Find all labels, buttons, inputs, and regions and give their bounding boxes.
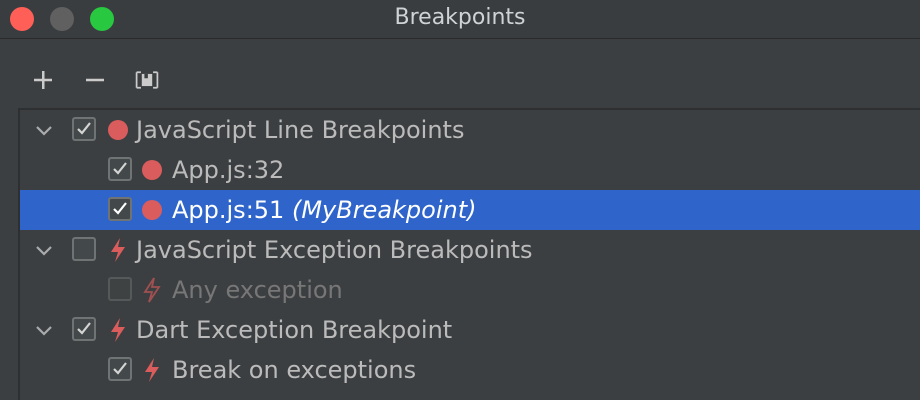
breakpoint-label: JavaScript Line Breakpoints	[136, 116, 465, 144]
breakpoint-row-selected[interactable]: App.js:51 (MyBreakpoint)	[20, 190, 920, 230]
folder-group-icon	[135, 71, 159, 89]
breakpoint-checkbox[interactable]	[108, 197, 132, 221]
group-breakpoints-button[interactable]	[134, 65, 160, 95]
breakpoint-group-row[interactable]: Dart Exception Breakpoint	[20, 310, 920, 350]
title-bar: Breakpoints	[0, 0, 920, 39]
breakpoints-tree: JavaScript Line Breakpoints App.js:32 Ap…	[18, 108, 920, 400]
breakpoint-checkbox[interactable]	[72, 237, 96, 261]
breakpoint-group-row[interactable]: JavaScript Exception Breakpoints	[20, 230, 920, 270]
exception-breakpoint-icon	[145, 358, 159, 382]
add-breakpoint-button[interactable]	[30, 65, 56, 95]
remove-breakpoint-button[interactable]	[82, 65, 108, 95]
breakpoint-checkbox[interactable]	[72, 117, 96, 141]
chevron-down-icon[interactable]	[32, 318, 56, 342]
breakpoint-checkbox[interactable]	[108, 277, 132, 301]
breakpoint-label: App.js:32	[172, 156, 285, 184]
breakpoint-label: Break on exceptions	[172, 356, 417, 384]
checkmark-icon	[113, 362, 127, 375]
plus-icon	[34, 71, 52, 89]
checkmark-icon	[113, 202, 127, 215]
checkmark-icon	[77, 322, 91, 335]
breakpoints-toolbar	[30, 64, 186, 96]
exception-breakpoint-icon	[143, 277, 161, 303]
breakpoint-location: App.js:51	[172, 196, 285, 224]
breakpoint-row-disabled[interactable]: Any exception	[20, 270, 920, 310]
breakpoint-row[interactable]: Break on exceptions	[20, 350, 920, 390]
chevron-down-icon[interactable]	[32, 238, 56, 262]
breakpoint-row[interactable]: App.js:32	[20, 150, 920, 190]
breakpoint-label: JavaScript Exception Breakpoints	[136, 236, 533, 264]
line-breakpoint-icon	[142, 160, 162, 180]
breakpoint-checkbox[interactable]	[108, 157, 132, 181]
breakpoint-checkbox[interactable]	[108, 357, 132, 381]
window-title: Breakpoints	[394, 5, 526, 30]
checkmark-icon	[113, 162, 127, 175]
breakpoint-label: App.js:51 (MyBreakpoint)	[172, 190, 477, 230]
breakpoint-checkbox[interactable]	[72, 317, 96, 341]
chevron-down-icon[interactable]	[32, 118, 56, 142]
line-breakpoint-icon	[108, 120, 128, 140]
breakpoint-name: (MyBreakpoint)	[291, 196, 477, 224]
breakpoint-label: Dart Exception Breakpoint	[136, 316, 453, 344]
breakpoint-label: Any exception	[172, 276, 343, 304]
line-breakpoint-icon	[142, 200, 162, 220]
checkmark-icon	[77, 122, 91, 135]
breakpoints-window: Breakpoints JavaScript Line Breakpoints …	[0, 0, 920, 400]
minus-icon	[86, 78, 104, 82]
breakpoint-group-row[interactable]: JavaScript Line Breakpoints	[20, 110, 920, 150]
exception-breakpoint-icon	[111, 238, 125, 262]
exception-breakpoint-icon	[111, 318, 125, 342]
